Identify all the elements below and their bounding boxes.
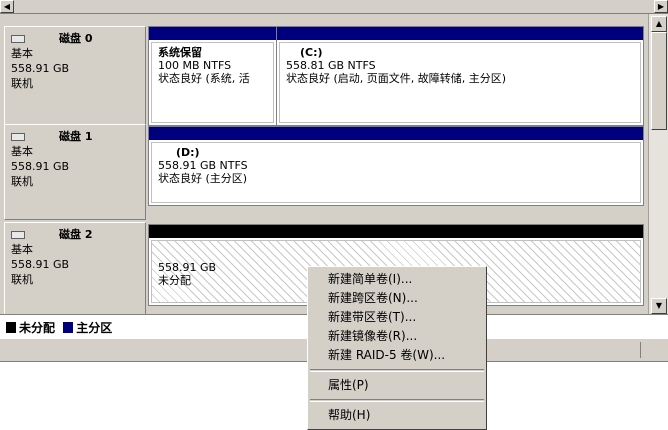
menu-separator [310, 399, 484, 402]
partition-name: (C:) [300, 46, 323, 59]
partition-name: (D:) [176, 146, 200, 159]
partition-state: 状态良好 (主分区) [158, 172, 248, 185]
partition-state: 状态良好 (系统, 活 [158, 72, 250, 85]
disk-type: 基本 [11, 47, 33, 60]
disk-name: 磁盘 0 [59, 32, 93, 45]
legend-primary: 主分区 [76, 321, 113, 335]
disk-icon [11, 231, 25, 239]
menu-new-striped-volume[interactable]: 新建带区卷(T)... [308, 308, 486, 327]
disk-size: 558.91 GB [11, 258, 70, 271]
scroll-down-icon[interactable]: ▼ [651, 298, 667, 314]
scroll-thumb[interactable] [651, 32, 667, 130]
disk-type: 基本 [11, 145, 33, 158]
disk-icon [11, 133, 25, 141]
menu-new-simple-volume[interactable]: 新建简单卷(I)... [308, 270, 486, 289]
disk-status: 联机 [11, 175, 33, 188]
disk-0-partitions: 系统保留 100 MB NTFS 状态良好 (系统, 活 (C:) 558.81… [148, 26, 644, 126]
disk-name: 磁盘 2 [59, 228, 93, 241]
partition-d[interactable]: (D:) 558.91 GB NTFS 状态良好 (主分区) [149, 127, 643, 205]
partition-size: 558.91 GB NTFS [158, 159, 248, 172]
disk-0-info[interactable]: 磁盘 0 基本 558.91 GB 联机 [4, 26, 146, 126]
primary-partition-bar [149, 127, 643, 140]
scroll-up-icon[interactable]: ▲ [651, 16, 667, 32]
unallocated-swatch [6, 322, 16, 333]
partition-system-reserved[interactable]: 系统保留 100 MB NTFS 状态良好 (系统, 活 [149, 27, 277, 125]
disk-size: 558.91 GB [11, 62, 70, 75]
scroll-left-icon[interactable]: ◀ [0, 0, 14, 13]
horizontal-scrollbar[interactable]: ◀ ▶ [0, 0, 668, 14]
disk-status: 联机 [11, 273, 33, 286]
disk-size: 558.91 GB [11, 160, 70, 173]
menu-separator [310, 369, 484, 372]
primary-partition-bar [277, 27, 643, 40]
legend-unallocated: 未分配 [19, 321, 56, 335]
disk-icon [11, 35, 25, 43]
menu-new-mirrored-volume[interactable]: 新建镜像卷(R)... [308, 327, 486, 346]
disk-name: 磁盘 1 [59, 130, 93, 143]
partition-c[interactable]: (C:) 558.81 GB NTFS 状态良好 (启动, 页面文件, 故障转储… [277, 27, 643, 125]
disk-1-info[interactable]: 磁盘 1 基本 558.91 GB 联机 [4, 124, 146, 220]
partition-state: 状态良好 (启动, 页面文件, 故障转储, 主分区) [286, 72, 507, 85]
menu-properties[interactable]: 属性(P) [308, 376, 486, 395]
unallocated-bar [149, 225, 643, 238]
partition-size: 558.81 GB NTFS [286, 59, 376, 72]
menu-help[interactable]: 帮助(H) [308, 406, 486, 425]
partition-size: 100 MB NTFS [158, 59, 232, 72]
menu-new-raid5-volume[interactable]: 新建 RAID-5 卷(W)... [308, 346, 486, 365]
scroll-right-icon[interactable]: ▶ [654, 0, 668, 13]
vertical-scrollbar[interactable]: ▲ ▼ [648, 14, 668, 314]
disk-type: 基本 [11, 243, 33, 256]
primary-swatch [63, 322, 74, 333]
partition-name: 系统保留 [158, 46, 202, 59]
menu-new-spanned-volume[interactable]: 新建跨区卷(N)... [308, 289, 486, 308]
disk-2-info[interactable]: 磁盘 2 基本 558.91 GB 联机 [4, 222, 146, 314]
context-menu: 新建简单卷(I)... 新建跨区卷(N)... 新建带区卷(T)... 新建镜像… [307, 266, 487, 430]
primary-partition-bar [149, 27, 276, 40]
disk-1-partitions: (D:) 558.91 GB NTFS 状态良好 (主分区) [148, 126, 644, 206]
disk-status: 联机 [11, 77, 33, 90]
